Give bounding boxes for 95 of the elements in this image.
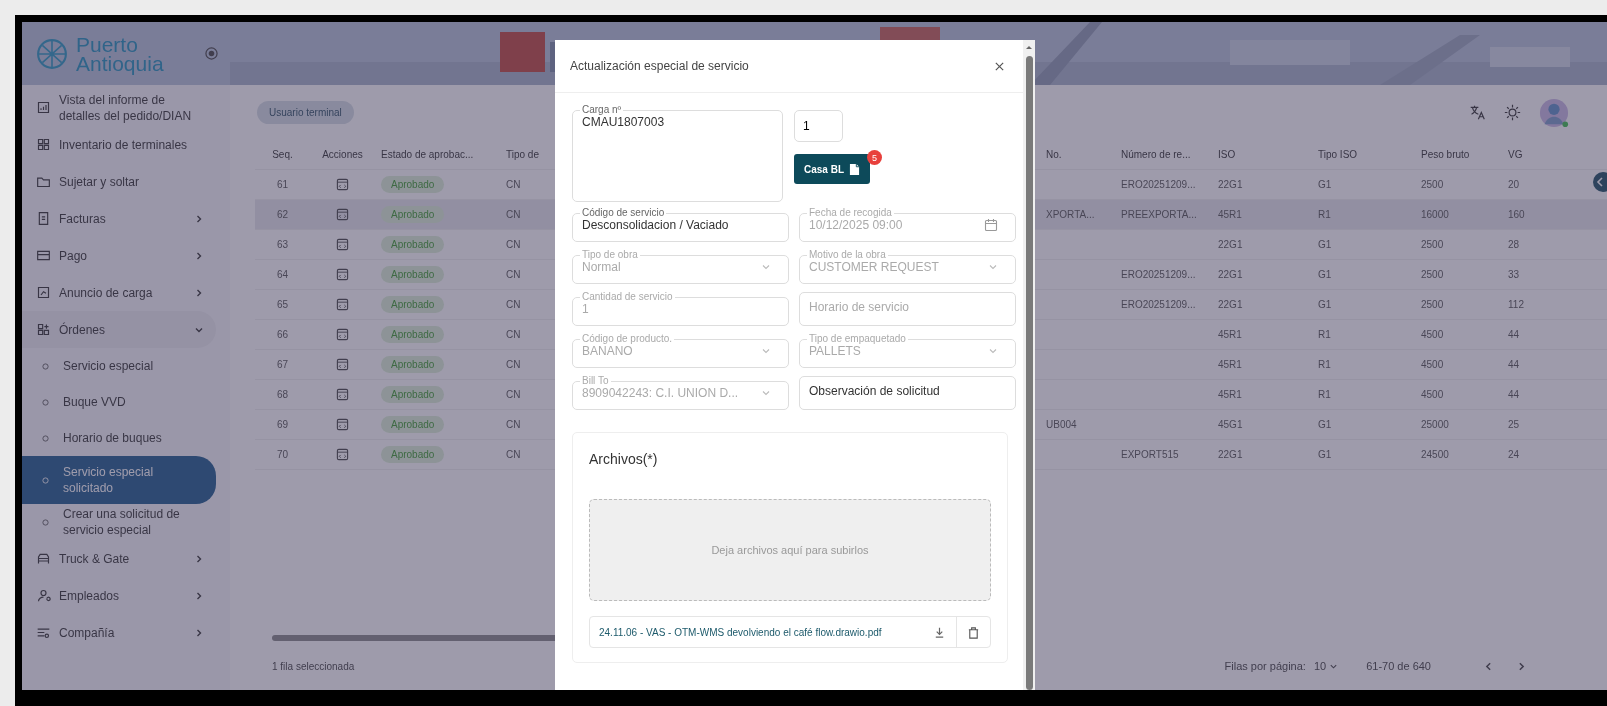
table-cell-text: 4500: [1420, 359, 1445, 370]
table-cell-text: 45R1: [1217, 329, 1243, 340]
table-cell-text: 2500: [1420, 269, 1445, 280]
table-cell-text: 22G1: [1217, 449, 1244, 460]
table-cell-text: 45R1: [1217, 389, 1243, 400]
status-badge: Aprobado: [381, 356, 445, 373]
table-cell-text: ERO20251209...: [1120, 299, 1197, 310]
files-title: Archivos(*): [589, 451, 659, 467]
table-cell-text: CN: [505, 179, 522, 190]
table-cell-text: 112: [1507, 299, 1525, 310]
table-cell-text: 24500: [1420, 449, 1450, 460]
table-cell-text: 2500: [1420, 299, 1445, 310]
field-label: Carga nº: [581, 105, 623, 115]
count-badge: 5: [867, 150, 882, 165]
table-cell-text: CN: [505, 269, 522, 280]
table-cell-text: R1: [1317, 359, 1332, 370]
table-cell-text: XPORTA...: [1045, 209, 1096, 220]
table-cell-text: 16000: [1420, 209, 1450, 220]
table-cell-text: ERO20251209...: [1120, 269, 1197, 280]
table-cell-text: 33: [1507, 269, 1521, 280]
table-cell-text: R1: [1317, 389, 1332, 400]
table-cell-text: CN: [505, 449, 522, 460]
table-cell-text: 4500: [1420, 329, 1445, 340]
table-cell-text: CN: [505, 209, 522, 220]
table-cell-text: 24: [1507, 449, 1521, 460]
table-cell-text: G1: [1317, 239, 1333, 250]
table-cell-text: 22G1: [1217, 239, 1244, 250]
table-cell-text: ERO20251209...: [1120, 179, 1197, 190]
selection-count: 1 fila seleccionada: [272, 660, 355, 672]
table-cell-text: G1: [1317, 419, 1333, 430]
table-cell-text: 28: [1507, 239, 1521, 250]
dialog-title: Actualización especial de servicio: [570, 59, 749, 73]
table-cell-text: 69: [275, 419, 290, 430]
table-cell-text: UB004: [1045, 419, 1078, 430]
status-badge: Aprobado: [381, 206, 445, 223]
table-cell-text: 67: [275, 359, 290, 370]
table-cell-text: 2500: [1420, 179, 1445, 190]
field-label: Código de producto.: [581, 334, 674, 344]
rows-per-page-label: Filas por página:: [1224, 660, 1306, 672]
table-cell-text: 66: [275, 329, 290, 340]
table-cell-text: 61: [275, 179, 290, 190]
field-label: Código de servicio: [581, 208, 666, 218]
table-cell-text: 22G1: [1217, 299, 1244, 310]
status-badge: Aprobado: [381, 326, 445, 343]
table-cell-text: 44: [1507, 329, 1521, 340]
table-cell-text: CN: [505, 299, 522, 310]
table-cell-text: 64: [275, 269, 290, 280]
table-cell-text: 44: [1507, 389, 1521, 400]
table-cell-text: CN: [505, 239, 522, 250]
table-cell-text: 160: [1507, 209, 1526, 220]
field-label: Tipo de empaquetado: [808, 334, 907, 344]
dropzone-hint: Deja archivos aquí para subirlos: [711, 544, 869, 556]
table-cell-text: CN: [505, 329, 522, 340]
field-label: Fecha de recogida: [808, 208, 893, 218]
field-label: Tipo de obra: [581, 250, 639, 260]
status-badge: Aprobado: [381, 386, 445, 403]
table-cell-text: 68: [275, 389, 290, 400]
status-badge: Aprobado: [381, 416, 445, 433]
table-cell-text: CN: [505, 419, 522, 430]
table-cell-text: 22G1: [1217, 179, 1244, 190]
status-badge: Aprobado: [381, 176, 445, 193]
table-cell-text: G1: [1317, 269, 1333, 280]
table-cell-text: G1: [1317, 179, 1333, 190]
brand-name: Puerto: [76, 34, 139, 54]
status-badge: Aprobado: [381, 266, 445, 283]
table-cell-text: R1: [1317, 209, 1332, 220]
status-badge: Aprobado: [381, 296, 445, 313]
status-badge: Aprobado: [381, 446, 445, 463]
table-cell-text: 25: [1507, 419, 1521, 430]
table-cell-text: CN: [505, 359, 522, 370]
table-cell-text: 25000: [1420, 419, 1450, 430]
field-label: Cantidad de servicio: [581, 292, 674, 302]
table-cell-text: 44: [1507, 359, 1521, 370]
table-cell-text: 45R1: [1217, 209, 1243, 220]
field-label: Motivo de la obra: [808, 250, 887, 260]
table-cell-text: 45R1: [1217, 359, 1243, 370]
status-badge: Aprobado: [381, 236, 445, 253]
table-cell-text: 20: [1507, 179, 1521, 190]
table-cell-text: EXPORT515: [1120, 449, 1180, 460]
table-cell-text: 65: [275, 299, 290, 310]
table-cell-text: G1: [1317, 449, 1333, 460]
table-cell-text: 45G1: [1217, 419, 1244, 430]
table-cell-text: 22G1: [1217, 269, 1244, 280]
table-cell-text: 63: [275, 239, 290, 250]
brand-name: Antioquia: [76, 53, 165, 73]
table-cell-text: CN: [505, 389, 522, 400]
table-cell-text: G1: [1317, 299, 1333, 310]
table-cell-text: 70: [275, 449, 290, 460]
table-cell-text: 4500: [1420, 389, 1445, 400]
table-cell-text: R1: [1317, 329, 1332, 340]
table-cell-text: 62: [275, 209, 290, 220]
table-cell-text: 2500: [1420, 239, 1445, 250]
field-label: Bill To: [581, 376, 610, 386]
page-range: 61-70 de 640: [1366, 660, 1431, 672]
table-cell-text: PREEXPORTA...: [1120, 209, 1198, 220]
